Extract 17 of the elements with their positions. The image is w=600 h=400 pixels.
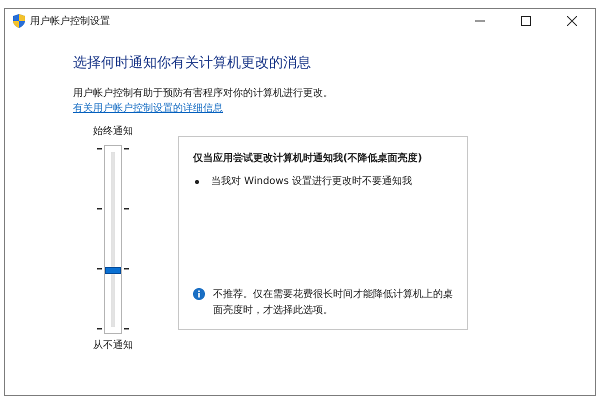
- description: 用户帐户控制有助于预防有害程序对你的计算机进行更改。: [73, 86, 334, 101]
- maximize-icon: [521, 16, 531, 26]
- close-icon: [567, 16, 577, 26]
- slider-track[interactable]: [104, 145, 122, 334]
- bullet-icon: [195, 180, 199, 184]
- note-text: 不推荐。仅在需要花费很长时间才能降低计算机上的桌面亮度时，才选择此选项。: [213, 288, 453, 318]
- slider-top-label: 始终通知: [93, 124, 133, 139]
- slider-bottom-label: 从不通知: [93, 338, 133, 353]
- slider-thumb[interactable]: [105, 266, 121, 274]
- panel-title: 仅当应用尝试更改计算机时通知我(不降低桌面亮度): [193, 151, 424, 166]
- bullet-text: 当我对 Windows 设置进行更改时不要通知我: [211, 174, 412, 189]
- details-link[interactable]: 有关用户帐户控制设置的详细信息: [73, 101, 223, 116]
- window-title: 用户帐户控制设置: [30, 14, 110, 28]
- minimize-icon: [475, 20, 485, 22]
- info-icon: [193, 288, 205, 300]
- heading: 选择何时通知你有关计算机更改的消息: [73, 54, 312, 73]
- shield-icon: [13, 14, 25, 28]
